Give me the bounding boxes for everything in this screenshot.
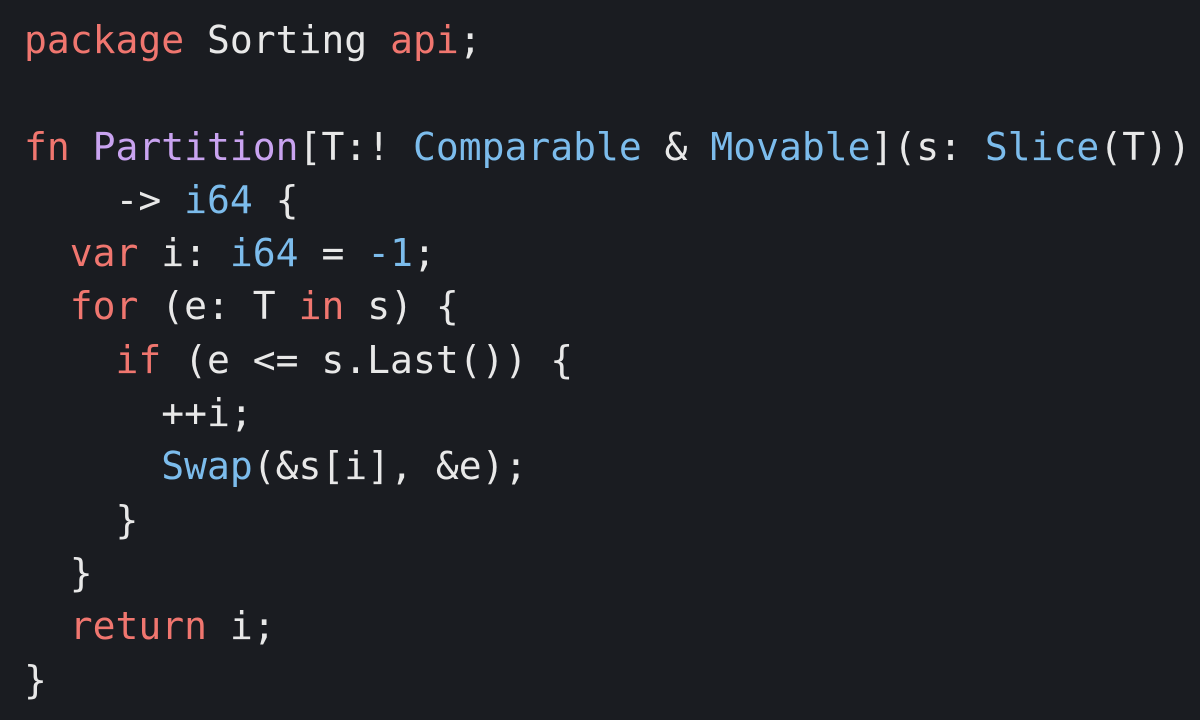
code-editor: package Sorting api; fn Partition[T:! Com… (0, 0, 1200, 720)
code-token-text: i: (138, 231, 230, 276)
code-token-keyword: return (69, 604, 208, 649)
code-line: if (e <= s.Last()) { (24, 334, 1191, 387)
code-line: package Sorting api; (24, 14, 1191, 67)
code-line: ++i; (24, 387, 1191, 440)
code-token-text: -> (24, 177, 185, 222)
code-token-text: [T:! (298, 124, 413, 169)
code-token-text: i; (207, 604, 276, 649)
code-token-text: (e <= s.Last()) { (161, 337, 574, 382)
code-token-type: Swap (161, 444, 253, 489)
code-token-keyword: for (69, 284, 139, 329)
code-line: fn Partition[T:! Comparable & Movable](s… (24, 121, 1191, 174)
code-token-text: ](s: (870, 124, 985, 169)
code-token-text: } (24, 657, 47, 702)
code-token-type: -1 (367, 231, 413, 276)
code-line: } (24, 654, 1191, 707)
code-token-text: Sorting (184, 18, 391, 62)
code-token-keyword: in (298, 284, 345, 329)
code-token-text: ; (458, 18, 482, 62)
code-line: Swap(&s[i], &e); (24, 440, 1191, 493)
code-line: } (24, 494, 1191, 547)
code-token-text: (&s[i], &e); (252, 444, 528, 489)
code-token-text: & (641, 124, 711, 169)
code-token-type: Slice (984, 124, 1100, 169)
code-token-keyword: if (115, 337, 162, 382)
code-token-text: } (24, 497, 139, 542)
code-line: -> i64 { (24, 174, 1191, 227)
code-line: } (24, 547, 1191, 600)
code-token-text: (T)) (1099, 124, 1191, 169)
code-token-keyword: var (69, 231, 139, 276)
code-token-keyword: fn (24, 124, 70, 169)
code-token-text: s) { (344, 284, 459, 329)
code-token-text: { (252, 177, 299, 222)
code-token-type: i64 (184, 177, 253, 222)
code-block[interactable]: package Sorting api; fn Partition[T:! Com… (24, 14, 1191, 707)
code-token-type: Movable (710, 124, 871, 169)
code-line: var i: i64 = -1; (24, 227, 1191, 280)
code-token-text: ; (412, 231, 436, 276)
code-token-function: Partition (92, 124, 299, 169)
code-line: return i; (24, 600, 1191, 653)
code-line: for (e: T in s) { (24, 280, 1191, 333)
code-token-text: (e: T (138, 284, 299, 329)
code-token-text: = (298, 231, 368, 276)
code-token-text: ++i; (24, 391, 253, 436)
code-token-keyword: package (24, 18, 185, 62)
code-token-text: } (24, 550, 93, 595)
code-token-type: Comparable (412, 124, 642, 169)
code-token-type: i64 (229, 231, 299, 276)
code-token-keyword: api (390, 18, 459, 62)
